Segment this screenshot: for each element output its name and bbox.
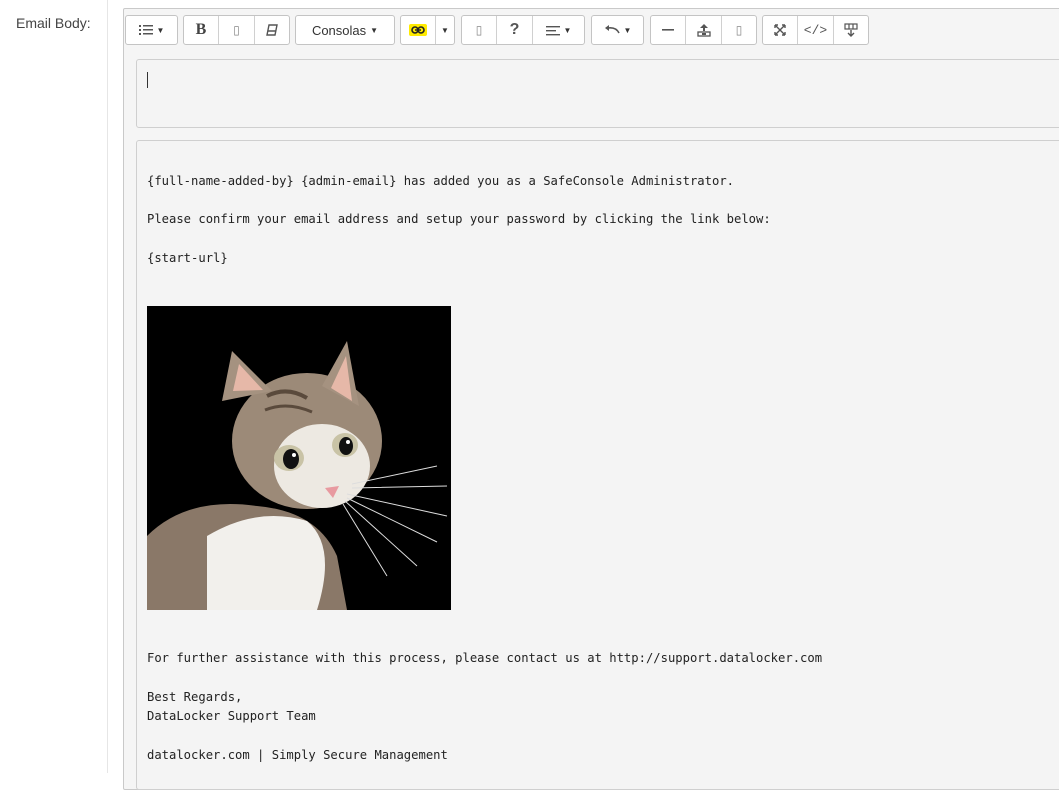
- file-button[interactable]: ▯: [722, 16, 756, 44]
- label-column: Email Body:: [0, 0, 108, 773]
- code-view-icon: </>: [803, 22, 828, 38]
- list-style-icon: [138, 25, 153, 35]
- undo-icon: [604, 25, 620, 34]
- bold-button[interactable]: B: [184, 16, 219, 44]
- help-icon: ?: [509, 21, 520, 38]
- eraser-icon: [266, 24, 278, 36]
- italic-button[interactable]: ▯: [219, 16, 255, 44]
- chevron-down-icon: ▼: [623, 25, 632, 35]
- editor-top-input[interactable]: [136, 59, 1059, 128]
- table-icon: [844, 23, 858, 37]
- fullscreen-button[interactable]: [763, 16, 798, 44]
- bold-icon: B: [195, 21, 207, 38]
- horizontal-rule-button[interactable]: [651, 16, 686, 44]
- email-line-confirm: Please confirm your email address and se…: [147, 212, 771, 226]
- text-cursor: [147, 72, 148, 88]
- rich-text-editor: ▼ B ▯ Consolas ▼ ▼ ▯ ? ▼ ▼ ▯ </> {full-n…: [123, 8, 1059, 790]
- email-line-support: For further assistance with this process…: [147, 651, 823, 665]
- align-icon: [545, 25, 560, 35]
- clear-format-button[interactable]: [255, 16, 289, 44]
- view-group: </>: [762, 15, 869, 45]
- help-button[interactable]: ?: [497, 16, 533, 44]
- link-icon: [409, 24, 427, 36]
- file-icon: ▯: [735, 23, 743, 37]
- chevron-down-icon: ▼: [156, 25, 165, 35]
- editor-toolbar: ▼ B ▯ Consolas ▼ ▼ ▯ ? ▼ ▼ ▯ </>: [124, 9, 1059, 49]
- link-group: ▼: [400, 15, 455, 45]
- chevron-down-icon: ▼: [370, 25, 379, 35]
- cat-illustration: [147, 306, 451, 610]
- code-view-button[interactable]: </>: [798, 16, 834, 44]
- email-line-regards: Best Regards,: [147, 690, 243, 704]
- cat-image[interactable]: [147, 306, 451, 610]
- font-family-dropdown[interactable]: Consolas ▼: [296, 16, 394, 44]
- italic-icon: ▯: [233, 23, 240, 37]
- upload-button[interactable]: [686, 16, 722, 44]
- email-body-label: Email Body:: [16, 15, 91, 31]
- list-group: ▼: [125, 15, 178, 45]
- undo-button[interactable]: ▼: [592, 16, 643, 44]
- email-line-team: DataLocker Support Team: [147, 709, 316, 723]
- upload-icon: [696, 24, 711, 37]
- insert-group: ▯ ? ▼: [461, 15, 585, 45]
- email-line-intro: {full-name-added-by} {admin-email} has a…: [147, 174, 734, 188]
- font-family-value: Consolas: [311, 22, 367, 38]
- email-line-footer: datalocker.com | Simply Secure Managemen…: [147, 748, 448, 762]
- link-button[interactable]: [401, 16, 436, 44]
- list-style-button[interactable]: ▼: [126, 16, 177, 44]
- history-group: ▼: [591, 15, 644, 45]
- fullscreen-icon: [774, 24, 786, 36]
- horizontal-rule-icon: [662, 29, 674, 31]
- format-group: B ▯: [183, 15, 290, 45]
- align-button[interactable]: ▼: [533, 16, 584, 44]
- chevron-down-icon: ▼: [563, 25, 572, 35]
- image-button[interactable]: ▯: [462, 16, 497, 44]
- link-dropdown-button[interactable]: ▼: [436, 16, 454, 44]
- image-icon: ▯: [475, 23, 483, 37]
- email-body-editor[interactable]: {full-name-added-by} {admin-email} has a…: [136, 140, 1059, 790]
- email-line-start-url: {start-url}: [147, 251, 228, 265]
- chevron-down-icon: ▼: [441, 25, 449, 35]
- misc-group: ▯: [650, 15, 757, 45]
- font-group: Consolas ▼: [295, 15, 395, 45]
- table-button[interactable]: [834, 16, 868, 44]
